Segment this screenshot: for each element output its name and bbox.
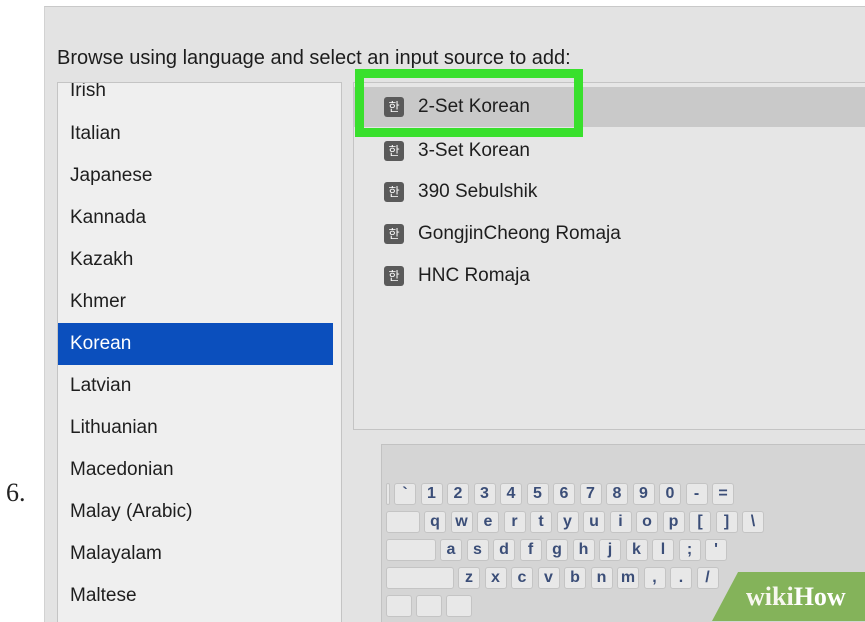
keyboard-key: z: [458, 567, 480, 589]
input-source-label: 390 Sebulshik: [418, 181, 538, 202]
keyboard-key: y: [556, 511, 579, 533]
keyboard-key: ': [705, 539, 727, 561]
language-item-kannada[interactable]: Kannada: [58, 197, 333, 239]
keyboard-key: q: [424, 511, 446, 533]
language-item-malay-arabic[interactable]: Malay (Arabic): [58, 491, 333, 533]
keyboard-key: r: [503, 511, 526, 533]
keyboard-key: u: [583, 511, 605, 533]
language-item-macedonian[interactable]: Macedonian: [58, 449, 333, 491]
hangul-icon: 한: [384, 141, 404, 161]
wikihow-watermark: wikiHow: [746, 582, 846, 612]
input-source-gongjincheong-romaja[interactable]: 한 GongjinCheong Romaja: [354, 214, 865, 254]
keyboard-key: d: [493, 539, 515, 561]
input-source-390-sebulshik[interactable]: 한 390 Sebulshik: [354, 172, 865, 212]
keyboard-key: [: [689, 511, 711, 533]
language-item-japanese[interactable]: Japanese: [58, 155, 333, 197]
keyboard-key: 6: [553, 483, 575, 505]
keyboard-key: a: [440, 539, 462, 561]
language-item-korean[interactable]: Korean: [58, 323, 333, 365]
hangul-icon: 한: [384, 266, 404, 286]
keyboard-key: =: [712, 483, 734, 505]
language-item-maltese[interactable]: Maltese: [58, 575, 333, 617]
keyboard-key: \: [742, 511, 764, 533]
keyboard-key: 5: [526, 483, 549, 505]
keyboard-row: a s d f g h j k l; ': [382, 537, 865, 563]
keyboard-key: 7: [579, 483, 602, 505]
keyboard-key: e: [477, 511, 499, 533]
keyboard-row: ` 1 2 3 4 5 6 7 8 9 0- =: [382, 481, 865, 507]
keyboard-key: m: [617, 567, 639, 589]
keyboard-key: /: [696, 567, 719, 589]
dialog-prompt: Browse using language and select an inpu…: [57, 47, 571, 69]
keyboard-key: 1: [420, 483, 443, 505]
language-item-khmer[interactable]: Khmer: [58, 281, 333, 323]
keyboard-key: -: [685, 483, 708, 505]
input-source-hnc-romaja[interactable]: 한 HNC Romaja: [354, 256, 865, 296]
keyboard-key: ;: [678, 539, 701, 561]
language-list[interactable]: Irish Italian Japanese Kannada Kazakh Kh…: [57, 82, 342, 622]
keyboard-key: 4: [500, 483, 522, 505]
watermark-wiki: wiki: [746, 582, 794, 611]
keyboard-key: 2: [447, 483, 469, 505]
keyboard-key: k: [625, 539, 648, 561]
hangul-icon: 한: [384, 182, 404, 202]
keyboard-key: x: [484, 567, 507, 589]
keyboard-key-blank: [386, 539, 436, 561]
keyboard-key: w: [450, 511, 473, 533]
hangul-icon: 한: [384, 224, 404, 244]
language-item-italian[interactable]: Italian: [58, 113, 333, 155]
keyboard-key: 0: [659, 483, 681, 505]
keyboard-key-blank: [446, 595, 472, 617]
keyboard-key: l: [652, 539, 674, 561]
keyboard-key: 3: [473, 483, 496, 505]
input-source-3-set-korean[interactable]: 한 3-Set Korean: [354, 131, 865, 171]
keyboard-key: h: [572, 539, 595, 561]
input-source-label: 3-Set Korean: [418, 140, 530, 161]
keyboard-key-blank: [416, 595, 442, 617]
language-item-malayalam[interactable]: Malayalam: [58, 533, 333, 575]
keyboard-key: b: [564, 567, 586, 589]
keyboard-key: n: [590, 567, 613, 589]
keyboard-key: s: [466, 539, 489, 561]
keyboard-row: q w e r t y u i o p[] \: [382, 509, 865, 535]
keyboard-key: o: [636, 511, 658, 533]
keyboard-key: f: [519, 539, 542, 561]
keyboard-key: `: [394, 483, 416, 505]
language-item-irish[interactable]: Irish: [58, 83, 333, 100]
language-item-kazakh[interactable]: Kazakh: [58, 239, 333, 281]
keyboard-key: c: [511, 567, 533, 589]
highlight-box: [355, 69, 583, 137]
keyboard-key: v: [537, 567, 560, 589]
keyboard-key: t: [530, 511, 552, 533]
keyboard-key-blank: [386, 595, 412, 617]
keyboard-key-blank: [386, 567, 454, 589]
keyboard-key: g: [546, 539, 568, 561]
keyboard-key: 9: [632, 483, 655, 505]
keyboard-key: ]: [715, 511, 738, 533]
keyboard-key: j: [599, 539, 621, 561]
keyboard-key: p: [662, 511, 685, 533]
keyboard-key: 8: [606, 483, 628, 505]
watermark-how: How: [793, 582, 846, 611]
input-source-label: HNC Romaja: [418, 265, 530, 286]
keyboard-key-blank: [386, 483, 390, 505]
keyboard-key: .: [670, 567, 692, 589]
step-number: 6.: [6, 478, 26, 507]
keyboard-key: ,: [643, 567, 666, 589]
keyboard-key: i: [609, 511, 632, 533]
language-item-lithuanian[interactable]: Lithuanian: [58, 407, 333, 449]
keyboard-key-blank: [386, 511, 420, 533]
language-item-latvian[interactable]: Latvian: [58, 365, 333, 407]
input-source-label: GongjinCheong Romaja: [418, 223, 621, 244]
